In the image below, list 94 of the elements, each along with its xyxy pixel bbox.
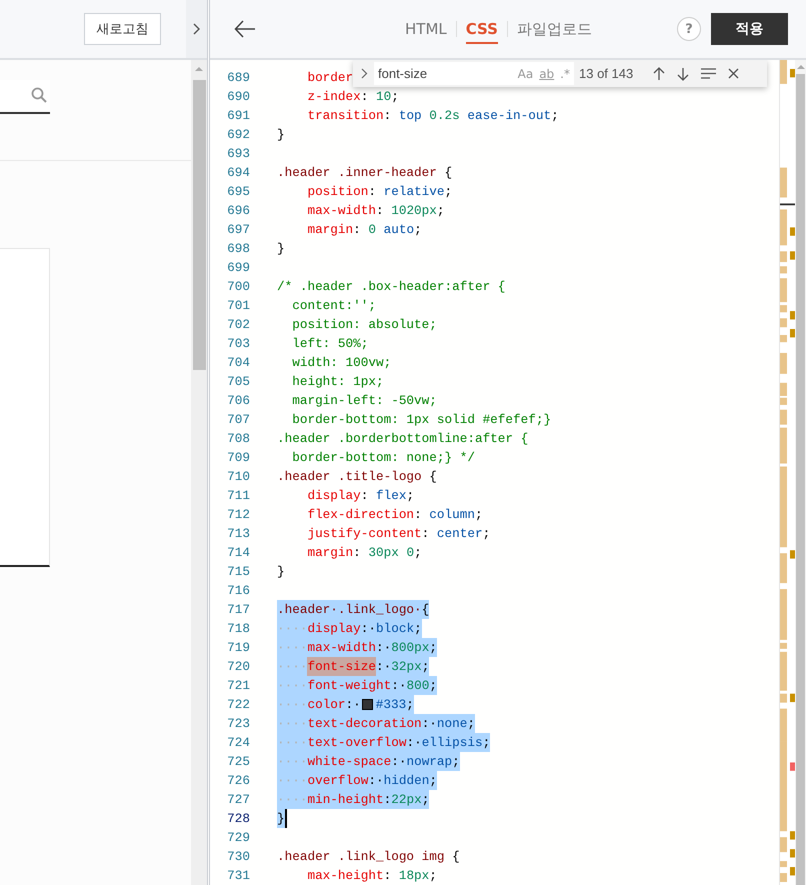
line-number: 693: [226, 145, 250, 163]
code-line: margin: 0 auto;: [306, 221, 422, 239]
find-input[interactable]: font-size Aa ab .*: [374, 62, 574, 85]
line-number: 723: [226, 715, 250, 733]
code-line: display: flex;: [306, 487, 414, 505]
editor-tab[interactable]: 파일업로드: [517, 14, 592, 44]
code-line: max-height: 18px;: [306, 867, 437, 885]
code-line: }: [277, 240, 285, 258]
code-line: /* .header .box-header:after {: [277, 278, 506, 296]
code-line: }: [277, 126, 285, 144]
code-line: transition: top 0.2s ease-in-out;: [306, 107, 559, 125]
line-number: 707: [226, 411, 250, 429]
line-number: 711: [226, 487, 250, 505]
line-number: 719: [226, 639, 250, 657]
scrollbar[interactable]: [795, 60, 806, 885]
code-line: .header .title-logo {: [277, 468, 437, 486]
line-number: 728: [226, 810, 250, 828]
code-line: flex-direction: column;: [306, 506, 483, 524]
line-number: 699: [226, 259, 250, 277]
code-line: z-index: 10;: [306, 88, 399, 106]
line-number: 703: [226, 335, 250, 353]
line-number: 690: [226, 88, 250, 106]
lines-icon[interactable]: [701, 68, 716, 79]
code-line: max-width: 1020px;: [306, 202, 445, 220]
line-number: 700: [226, 278, 250, 296]
line-number: 714: [226, 544, 250, 562]
search-option-toggle[interactable]: Aa: [518, 66, 534, 80]
code-line: justify-content: center;: [306, 525, 490, 543]
line-number: 720: [226, 658, 250, 676]
match-count: 13 of 143: [579, 66, 634, 81]
code-line: left: 50%;: [291, 335, 368, 353]
line-number: 729: [226, 829, 250, 847]
line-number: 691: [226, 107, 250, 125]
line-number: 701: [226, 297, 250, 315]
code-line: position: relative;: [306, 183, 452, 201]
code-line: margin: 30px 0;: [306, 544, 422, 562]
code-line: border-bottom: 1px solid #efefef;}: [291, 411, 552, 429]
up-arrow-icon[interactable]: [653, 66, 666, 80]
code-line: .header .inner-header {: [277, 164, 452, 182]
color-swatch[interactable]: [362, 699, 373, 710]
code-line: height: 1px;: [291, 373, 384, 391]
line-number: 726: [226, 772, 250, 790]
code-line: position: absolute;: [291, 316, 437, 334]
line-number: 708: [226, 430, 250, 448]
apply-button[interactable]: 적용: [711, 13, 788, 45]
line-number: 727: [226, 791, 250, 809]
code-line: .header .borderbottomline:after {: [277, 430, 528, 448]
editor-tab[interactable]: HTML: [405, 14, 447, 44]
close-icon[interactable]: [728, 68, 740, 79]
line-number: 697: [226, 221, 250, 239]
line-number: 725: [226, 753, 250, 771]
line-number: 692: [226, 126, 250, 144]
refresh-button[interactable]: 새로고침: [84, 13, 161, 45]
line-number: 705: [226, 373, 250, 391]
line-number: 721: [226, 677, 250, 695]
help-button[interactable]: ?: [677, 17, 701, 41]
line-number: 731: [226, 867, 250, 885]
code-line: }: [277, 563, 285, 581]
line-number: 715: [226, 563, 250, 581]
line-number: 716: [226, 582, 250, 600]
line-number: 710: [226, 468, 250, 486]
line-number: 704: [226, 354, 250, 372]
back-arrow-icon[interactable]: [234, 20, 256, 38]
line-number: 717: [226, 601, 250, 619]
line-number: 706: [226, 392, 250, 410]
down-arrow-icon[interactable]: [677, 66, 690, 80]
line-number: 695: [226, 183, 250, 201]
line-number: 724: [226, 734, 250, 752]
line-number: 709: [226, 449, 250, 467]
code-line: content:'';: [291, 297, 376, 315]
line-number: 712: [226, 506, 250, 524]
search-option-toggle[interactable]: .*: [560, 66, 570, 80]
code-line: border: [306, 69, 354, 87]
line-number: 713: [226, 525, 250, 543]
collapse-toggle[interactable]: [186, 0, 207, 58]
line-number: 696: [226, 202, 250, 220]
text-cursor: [284, 809, 287, 828]
scrollbar[interactable]: [191, 60, 207, 885]
code-line: .header .link_logo img {: [277, 848, 460, 866]
code-line: border-bottom: none;} */: [291, 449, 475, 467]
code-line: margin-left: -50vw;: [291, 392, 437, 410]
chevron-icon[interactable]: [361, 68, 368, 79]
editor-tab[interactable]: CSS: [466, 14, 498, 44]
line-number: 718: [226, 620, 250, 638]
line-number: 730: [226, 848, 250, 866]
line-number: 694: [226, 164, 250, 182]
line-number: 702: [226, 316, 250, 334]
line-number: 698: [226, 240, 250, 258]
line-number: 689: [226, 69, 250, 87]
search-icon[interactable]: [31, 87, 47, 103]
chevron-icon[interactable]: [192, 23, 200, 35]
search-option-toggle[interactable]: ab: [539, 66, 554, 80]
code-line: width: 100vw;: [291, 354, 392, 372]
line-number: 722: [226, 696, 250, 714]
